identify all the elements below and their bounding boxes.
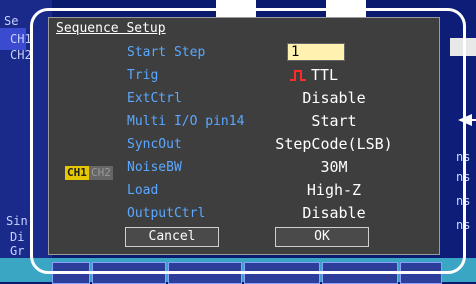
ch2-tag: CH2 (89, 166, 113, 180)
multi-io-label: Multi I/O pin14 (127, 114, 245, 129)
bg-label-ch2: CH2 (10, 48, 32, 62)
bg-label-ch1: CH1 (10, 32, 32, 46)
arrow-shaft (468, 119, 476, 121)
outputctrl-value[interactable]: Disable (249, 204, 419, 222)
bg-label-gr: Gr (10, 244, 25, 258)
start-step-label: Start Step (127, 45, 206, 60)
syncout-value[interactable]: StepCode(LSB) (249, 135, 419, 153)
rising-edge-trigger-icon (290, 70, 306, 81)
start-step-input[interactable]: 1 (287, 43, 345, 61)
multi-io-value[interactable]: Start (249, 112, 419, 130)
trig-value[interactable]: TTL (311, 66, 371, 84)
bg-label-di: Di (10, 230, 25, 244)
noisebw-value[interactable]: 30M (249, 158, 419, 176)
noisebw-label: NoiseBW (127, 160, 182, 175)
load-value[interactable]: High-Z (249, 181, 419, 199)
trig-label: Trig (127, 68, 159, 83)
ch1-tag: CH1 (65, 166, 89, 180)
sequence-setup-dialog: Sequence Setup Start Step 1 Trig TTL Ext… (48, 17, 440, 255)
cancel-button[interactable]: Cancel (125, 227, 219, 247)
ok-button[interactable]: OK (275, 227, 369, 247)
bg-label-se: Se (4, 14, 19, 28)
dialog-title: Sequence Setup (56, 21, 166, 36)
outputctrl-label: OutputCtrl (127, 206, 206, 221)
bg-label-sin: Sin (6, 214, 28, 228)
extctrl-label: ExtCtrl (127, 91, 182, 106)
load-label: Load (127, 183, 159, 198)
syncout-label: SyncOut (127, 137, 182, 152)
extctrl-value[interactable]: Disable (249, 89, 419, 107)
